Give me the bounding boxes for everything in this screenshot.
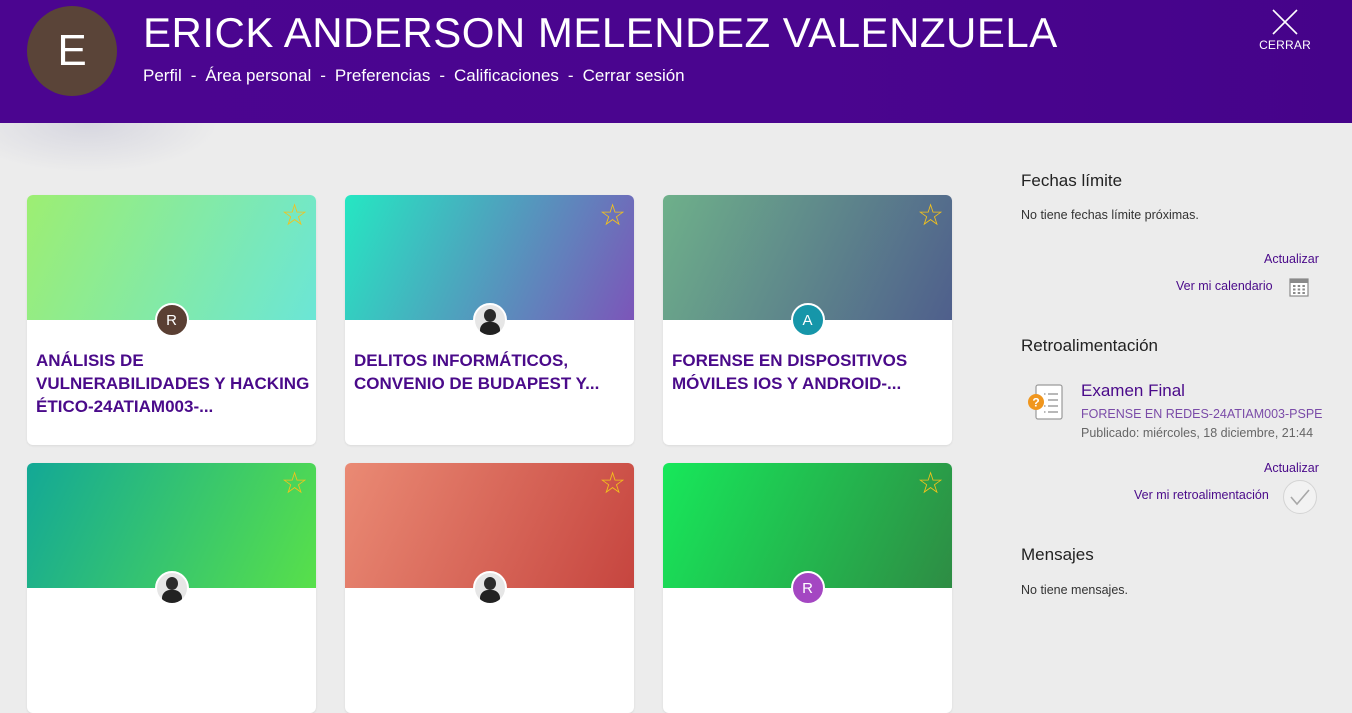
course-card[interactable]: ☆ DELITOS INFORMÁTICOS, CONVENIO DE BUDA…: [345, 195, 634, 445]
course-card[interactable]: ☆: [345, 463, 634, 713]
user-nav: Perfil - Área personal - Preferencias - …: [143, 66, 685, 86]
feedback-title: Retroalimentación: [1021, 336, 1159, 355]
nav-separator: -: [320, 66, 326, 85]
feedback-block: Retroalimentación: [1021, 336, 1322, 356]
nav-separator: -: [439, 66, 446, 85]
close-label: CERRAR: [1259, 38, 1311, 52]
star-icon[interactable]: ☆: [917, 201, 944, 231]
teacher-avatar: [472, 571, 507, 605]
nav-separator: -: [567, 66, 574, 85]
teacher-avatar: [472, 303, 507, 337]
teacher-avatar: R: [154, 303, 189, 337]
course-banner: [27, 195, 316, 320]
header-bar: E ERICK ANDERSON MELENDEZ VALENZUELA Per…: [0, 0, 1352, 123]
teacher-avatar-letter: R: [166, 311, 177, 329]
teacher-avatar-letter: R: [802, 579, 813, 597]
nav-cerrar-sesion[interactable]: Cerrar sesión: [583, 66, 685, 86]
course-banner: [345, 463, 634, 588]
user-avatar-letter: E: [57, 26, 87, 75]
nav-area-personal[interactable]: Área personal: [205, 66, 311, 86]
star-icon[interactable]: ☆: [599, 201, 626, 231]
user-name: ERICK ANDERSON MELENDEZ VALENZUELA: [143, 9, 1058, 56]
feedback-item-published: Publicado: miércoles, 18 diciembre, 21:4…: [1081, 426, 1314, 440]
teacher-avatar: [154, 571, 189, 605]
messages-block: Mensajes: [1021, 545, 1322, 565]
feedback-link[interactable]: Ver mi retroalimentación: [1134, 488, 1269, 502]
close-button[interactable]: CERRAR: [1258, 8, 1312, 56]
calendar-link[interactable]: Ver mi calendario: [1176, 279, 1273, 293]
teacher-avatar: R: [790, 571, 825, 605]
star-icon[interactable]: ☆: [281, 469, 308, 499]
calendar-icon[interactable]: [1289, 277, 1309, 297]
svg-text:?: ?: [1032, 396, 1039, 410]
nav-separator: -: [190, 66, 197, 85]
deadlines-refresh-link[interactable]: Actualizar: [1264, 252, 1319, 266]
star-icon[interactable]: ☆: [281, 201, 308, 231]
messages-empty-text: No tiene mensajes.: [1021, 583, 1129, 597]
course-card[interactable]: ☆ R: [663, 463, 952, 713]
checkmark-icon[interactable]: [1282, 479, 1318, 515]
close-icon: [1272, 9, 1298, 35]
course-title[interactable]: ANÁLISIS DE VULNERABILIDADES Y HACKING É…: [36, 349, 311, 418]
feedback-refresh-link[interactable]: Actualizar: [1264, 461, 1319, 475]
nav-perfil[interactable]: Perfil: [143, 66, 182, 86]
course-card[interactable]: ☆ A FORENSE EN DISPOSITIVOS MÓVILES IOS …: [663, 195, 952, 445]
course-card[interactable]: ☆: [27, 463, 316, 713]
course-card[interactable]: ☆ R ANÁLISIS DE VULNERABILIDADES Y HACKI…: [27, 195, 316, 445]
deadlines-title: Fechas límite: [1021, 171, 1123, 190]
deadlines-block: Fechas límite: [1021, 171, 1322, 191]
teacher-avatar: A: [790, 303, 825, 337]
nav-calificaciones[interactable]: Calificaciones: [454, 66, 559, 86]
course-banner: [663, 195, 952, 320]
deadlines-empty-text: No tiene fechas límite próximas.: [1021, 208, 1199, 222]
feedback-item-course[interactable]: FORENSE EN REDES-24ATIAM003-PSPE-: [1081, 407, 1322, 421]
star-icon[interactable]: ☆: [917, 469, 944, 499]
course-title[interactable]: DELITOS INFORMÁTICOS, CONVENIO DE BUDAPE…: [354, 349, 629, 395]
star-icon[interactable]: ☆: [599, 469, 626, 499]
header-shadow: [0, 123, 220, 173]
quiz-icon: ?: [1028, 384, 1063, 420]
course-banner: [27, 463, 316, 588]
course-title[interactable]: FORENSE EN DISPOSITIVOS MÓVILES IOS Y AN…: [672, 349, 947, 395]
course-banner: [345, 195, 634, 320]
feedback-item-title[interactable]: Examen Final: [1081, 381, 1185, 401]
user-avatar[interactable]: E: [27, 6, 117, 96]
nav-preferencias[interactable]: Preferencias: [335, 66, 430, 86]
messages-title: Mensajes: [1021, 545, 1094, 564]
course-banner: [663, 463, 952, 588]
teacher-avatar-letter: A: [802, 311, 813, 329]
